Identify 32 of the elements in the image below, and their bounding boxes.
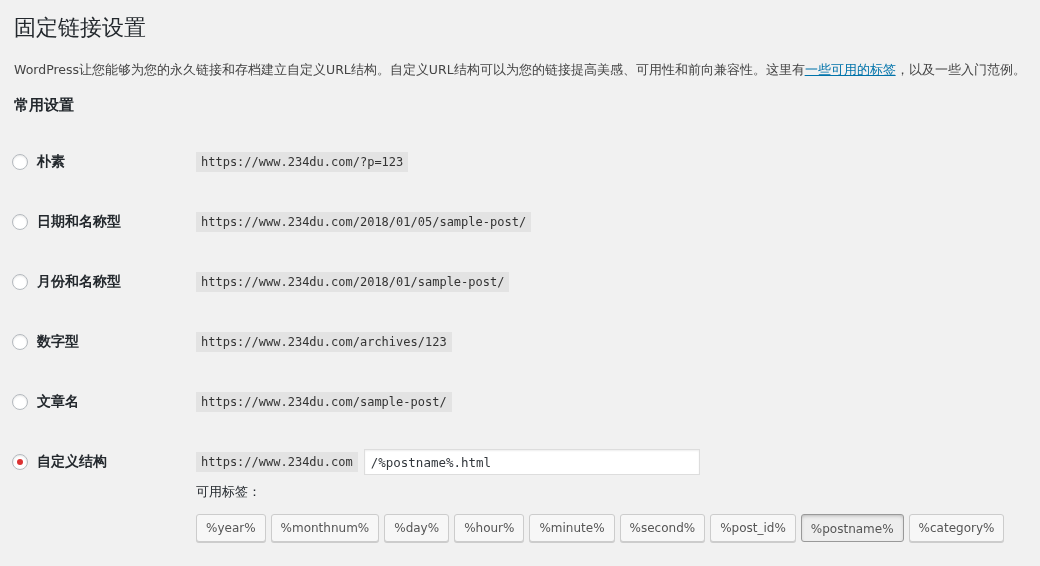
structure-input[interactable]: /%postname%.html — [363, 449, 700, 475]
tags-label: 可用标签： — [196, 483, 262, 501]
tag-button[interactable]: %monthnum% — [270, 514, 380, 542]
url-example: https://www.234du.com/sample-post/ — [196, 392, 452, 412]
url-example: https://www.234du.com/?p=123 — [196, 152, 409, 172]
option-label: 朴素 — [37, 153, 65, 171]
radio-button[interactable] — [12, 394, 28, 410]
option-label: 月份和名称型 — [37, 273, 121, 291]
tag-button[interactable]: %minute% — [529, 514, 615, 542]
description-text: WordPress让您能够为您的永久链接和存档建立自定义URL结构。自定义URL结构可以为您的链接提高美感、可用性和前向兼容性。这里有一些可用的标签，以及一些入门范例。 — [14, 62, 1027, 79]
tag-button[interactable]: %hour% — [454, 514, 525, 542]
url-example: https://www.234du.com/2018/01/05/sample-post/ — [196, 212, 532, 232]
radio-button[interactable] — [12, 454, 28, 470]
section-title: 常用设置 — [14, 95, 75, 116]
url-example: https://www.234du.com/archives/123 — [196, 332, 452, 352]
radio-button[interactable] — [12, 154, 28, 170]
option-label: 文章名 — [37, 393, 79, 411]
option-label: 数字型 — [37, 333, 79, 351]
tag-button[interactable]: %day% — [384, 514, 450, 542]
tag-button[interactable]: %post_id% — [710, 514, 796, 542]
radio-button[interactable] — [12, 214, 28, 230]
option-label: 自定义结构 — [37, 453, 107, 471]
tag-button[interactable]: %year% — [196, 514, 266, 542]
url-example: https://www.234du.com/2018/01/sample-post/ — [196, 272, 510, 292]
option-label: 日期和名称型 — [37, 213, 121, 231]
radio-button[interactable] — [12, 334, 28, 350]
url-example: https://www.234du.com — [196, 452, 358, 472]
page-title: 固定链接设置 — [14, 14, 147, 42]
tag-button[interactable]: %category% — [908, 514, 1005, 542]
radio-button[interactable] — [12, 274, 28, 290]
tag-button[interactable]: %second% — [619, 514, 706, 542]
tag-button[interactable]: %postname% — [800, 514, 904, 542]
